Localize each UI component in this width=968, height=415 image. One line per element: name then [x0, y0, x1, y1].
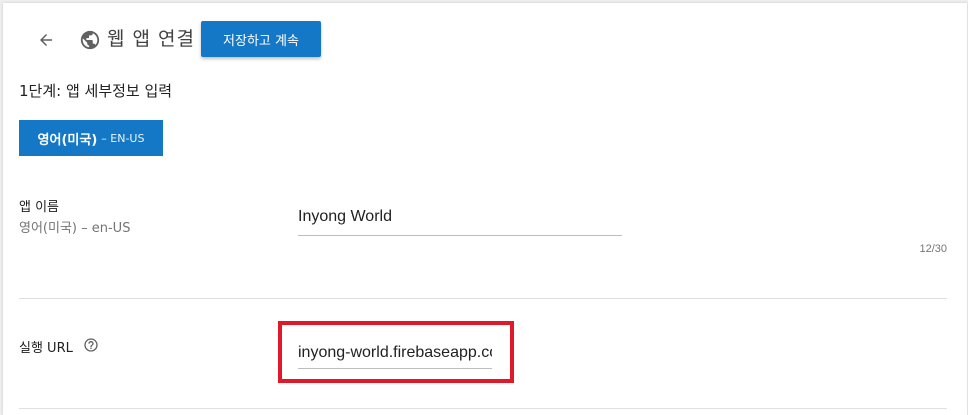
help-circle-icon[interactable] [83, 337, 99, 353]
app-name-char-counter: 12/30 [919, 243, 947, 255]
back-button[interactable] [33, 27, 59, 53]
app-name-input[interactable] [298, 206, 620, 228]
highlight-annotation-box [278, 321, 514, 383]
tab-language-en-us[interactable]: 영어(미국) – EN-US [19, 120, 163, 156]
page-title: 웹 앱 연결 [107, 28, 195, 50]
bottom-divider [19, 408, 947, 409]
language-tab-code: – EN-US [101, 131, 145, 145]
language-tab-name: 영어(미국) [37, 132, 98, 148]
main-card: 웹 앱 연결 저장하고 계속 1단계: 앱 세부정보 입력 영어(미국) – E… [3, 3, 967, 415]
save-and-continue-button[interactable]: 저장하고 계속 [201, 21, 321, 57]
header: 웹 앱 연결 저장하고 계속 [3, 21, 967, 59]
globe-icon [80, 30, 100, 50]
section-divider [19, 298, 947, 299]
app-name-label: 앱 이름 [19, 200, 60, 215]
app-name-underline [298, 235, 622, 236]
app-name-locale: 영어(미국) – en-US [19, 221, 131, 236]
step-heading: 1단계: 앱 세부정보 입력 [19, 82, 173, 100]
launch-url-label: 실행 URL [19, 341, 73, 356]
arrow-left-icon [40, 34, 52, 46]
